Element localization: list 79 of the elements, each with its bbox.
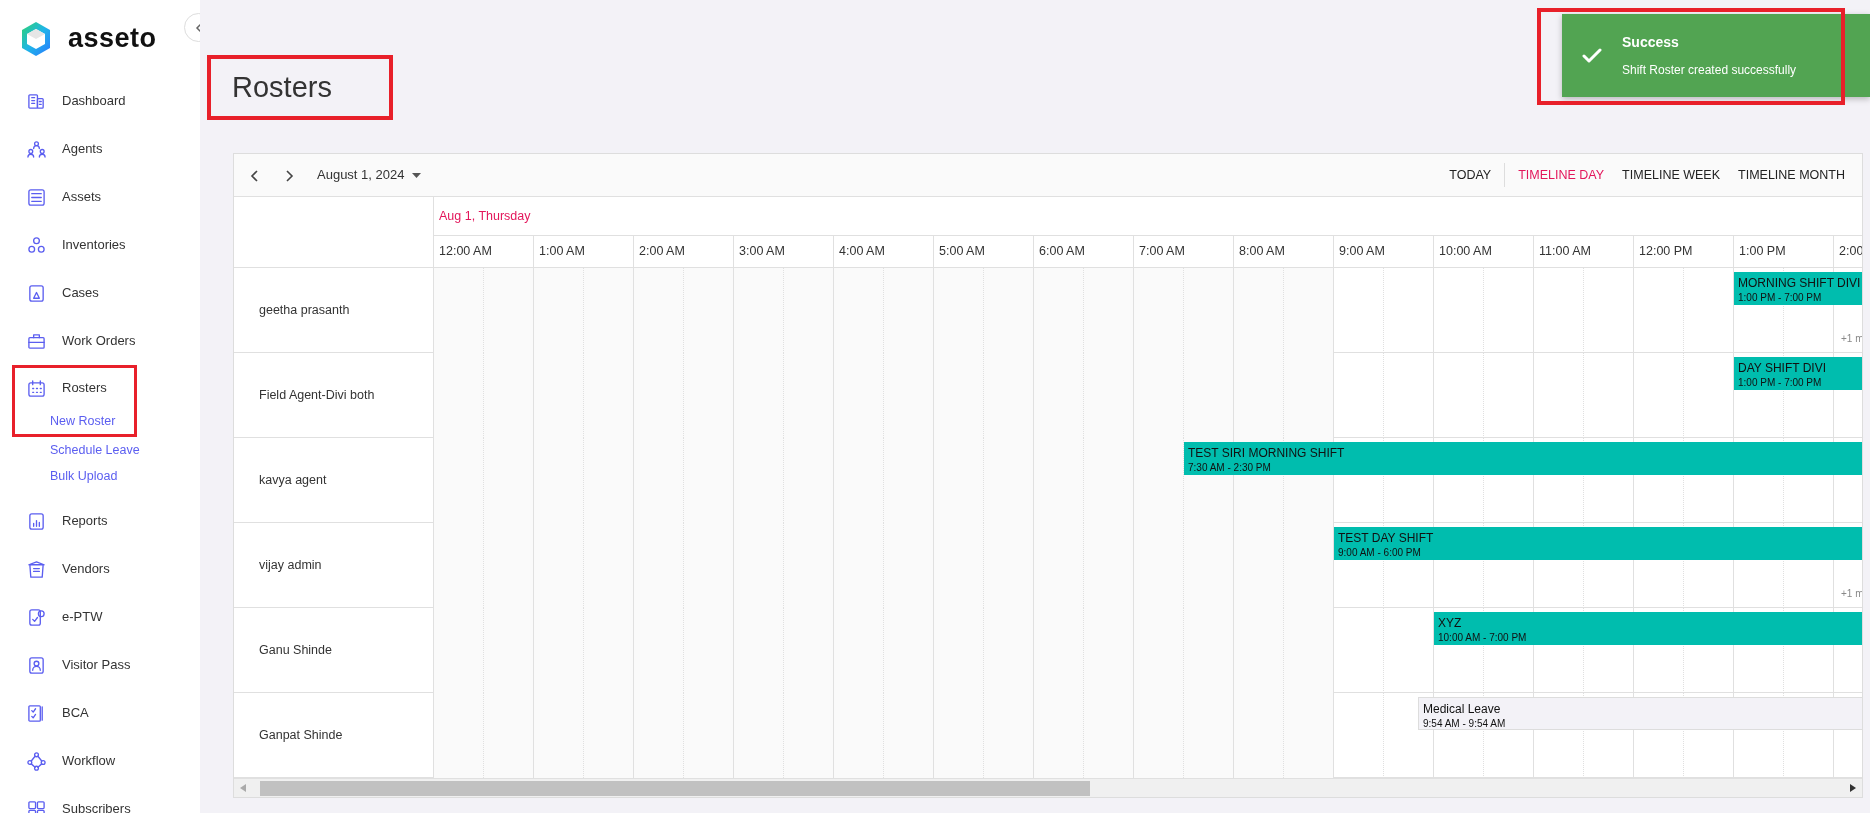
sidebar-subitem[interactable]: Schedule Leave bbox=[0, 437, 200, 463]
list-icon bbox=[27, 187, 46, 207]
circles-icon bbox=[27, 235, 46, 255]
resource-name: vijay admin bbox=[234, 523, 433, 608]
more-link[interactable]: +1 m bbox=[1841, 586, 1862, 601]
horizontal-scrollbar[interactable] bbox=[234, 778, 1862, 797]
resource-name: geetha prasanth bbox=[234, 268, 433, 353]
shift-event[interactable]: MORNING SHIFT DIVI 1:00 PM - 7:00 PM bbox=[1734, 272, 1862, 305]
sidebar-item[interactable]: BCA bbox=[0, 689, 200, 737]
chevron-left-icon bbox=[193, 22, 200, 33]
sidebar-item[interactable]: e-PTW bbox=[0, 593, 200, 641]
view-tab[interactable]: TIMELINE MONTH bbox=[1729, 161, 1854, 189]
hour-header: 3:00 AM bbox=[734, 236, 834, 267]
sidebar-item[interactable]: Agents bbox=[0, 125, 200, 173]
date-picker-button[interactable]: August 1, 2024 bbox=[310, 161, 429, 189]
scroll-left-icon[interactable] bbox=[240, 784, 246, 792]
hour-header: 1:00 AM bbox=[534, 236, 634, 267]
building-icon bbox=[27, 91, 46, 111]
view-tab[interactable]: TIMELINE WEEK bbox=[1613, 161, 1730, 189]
hour-header: 2:00 bbox=[1834, 236, 1862, 267]
document-check-icon bbox=[27, 607, 46, 627]
hour-header: 1:00 PM bbox=[1734, 236, 1834, 267]
sidebar-item[interactable]: Visitor Pass bbox=[0, 641, 200, 689]
scroll-right-icon[interactable] bbox=[1850, 784, 1856, 792]
chart-document-icon bbox=[27, 511, 46, 531]
hour-header: 7:00 AM bbox=[1134, 236, 1234, 267]
hexagon-logo-icon bbox=[20, 20, 52, 57]
sidebar-item[interactable]: Subscribers bbox=[0, 785, 200, 813]
shift-event[interactable]: DAY SHIFT DIVI 1:00 PM - 7:00 PM bbox=[1734, 357, 1862, 390]
resource-name: kavya agent bbox=[234, 438, 433, 523]
hour-header: 6:00 AM bbox=[1034, 236, 1134, 267]
hour-header: 8:00 AM bbox=[1234, 236, 1334, 267]
check-icon bbox=[1582, 47, 1602, 64]
view-tab[interactable]: TIMELINE DAY bbox=[1509, 161, 1614, 189]
sidebar-item[interactable]: Assets bbox=[0, 173, 200, 221]
page-title: Rosters bbox=[232, 70, 332, 105]
sidebar-item[interactable]: Rosters bbox=[15, 368, 134, 408]
sidebar-item[interactable]: Dashboard bbox=[0, 77, 200, 125]
sidebar-item[interactable]: Cases bbox=[0, 269, 200, 317]
sidebar-item[interactable]: Reports bbox=[0, 497, 200, 545]
hour-header: 12:00 PM bbox=[1634, 236, 1734, 267]
more-link[interactable]: +1 m bbox=[1841, 331, 1862, 346]
sidebar-item[interactable]: Workflow bbox=[0, 737, 200, 785]
hour-header: 4:00 AM bbox=[834, 236, 934, 267]
id-card-icon bbox=[27, 655, 46, 675]
caret-icon bbox=[412, 172, 422, 178]
chevron-right-icon bbox=[283, 168, 295, 183]
checklist-icon bbox=[27, 703, 46, 723]
sidebar-item[interactable]: Work Orders bbox=[0, 317, 200, 365]
scrollbar-thumb[interactable] bbox=[260, 780, 1090, 796]
hour-header: 10:00 AM bbox=[1434, 236, 1534, 267]
sidebar-item[interactable]: Inventories bbox=[0, 221, 200, 269]
sidebar-item[interactable]: Vendors bbox=[0, 545, 200, 593]
calendar-icon bbox=[27, 378, 46, 398]
network-icon bbox=[27, 751, 46, 771]
hour-header: 2:00 AM bbox=[634, 236, 734, 267]
sidebar-subitem[interactable]: New Roster bbox=[15, 408, 134, 434]
leave-event[interactable]: Medical Leave 9:54 AM - 9:54 AM bbox=[1418, 697, 1862, 730]
shift-event[interactable]: TEST SIRI MORNING SHIFT 7:30 AM - 2:30 PM bbox=[1184, 442, 1862, 475]
sidebar-subitem[interactable]: Bulk Upload bbox=[0, 463, 200, 489]
view-tab[interactable]: TODAY bbox=[1440, 161, 1501, 189]
brand-name: asseto bbox=[68, 22, 157, 56]
hour-header: 5:00 AM bbox=[934, 236, 1034, 267]
toast-message: Shift Roster created successfully bbox=[1622, 62, 1797, 79]
toast-title: Success bbox=[1622, 33, 1680, 52]
hour-header: 9:00 AM bbox=[1334, 236, 1434, 267]
document-warning-icon bbox=[27, 283, 46, 303]
shift-event[interactable]: XYZ 10:00 AM - 7:00 PM bbox=[1434, 612, 1862, 645]
briefcase-icon bbox=[27, 331, 46, 351]
grid-icon bbox=[27, 799, 46, 813]
hour-header: 11:00 AM bbox=[1534, 236, 1634, 267]
date-header: Aug 1, Thursday bbox=[434, 197, 1862, 236]
people-icon bbox=[27, 139, 46, 159]
bin-icon bbox=[27, 559, 46, 579]
resource-name: Field Agent-Divi both bbox=[234, 353, 433, 438]
chevron-left-icon bbox=[249, 168, 261, 183]
hour-header: 12:00 AM bbox=[434, 236, 534, 267]
shift-event[interactable]: TEST DAY SHIFT 9:00 AM - 6:00 PM bbox=[1334, 527, 1862, 560]
resource-name: Ganu Shinde bbox=[234, 608, 433, 693]
